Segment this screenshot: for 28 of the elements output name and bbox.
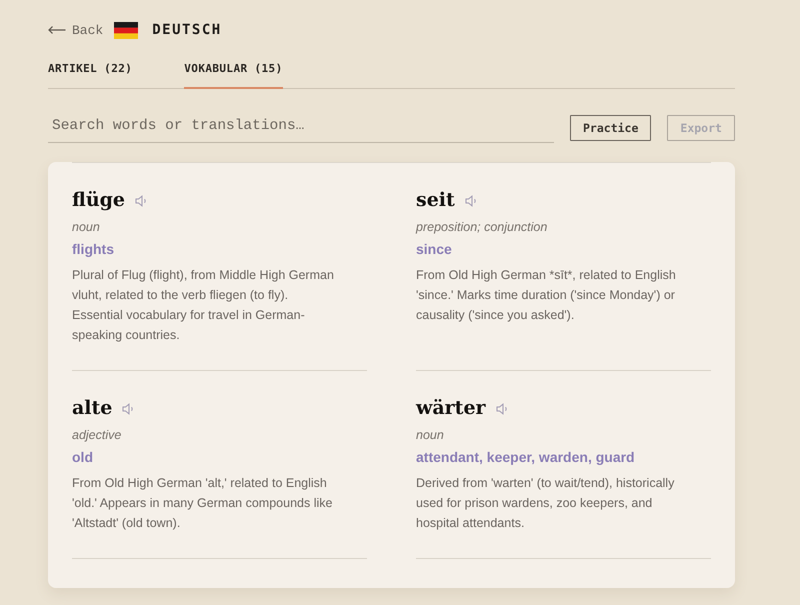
- tab[interactable]: ARTIKEL (22): [48, 62, 132, 89]
- speaker-icon[interactable]: [496, 403, 509, 415]
- translation: old: [72, 448, 94, 467]
- practice-button[interactable]: Practice: [570, 115, 652, 141]
- part-of-speech: noun: [416, 427, 445, 444]
- flag-icon: [114, 22, 138, 38]
- tab[interactable]: VOKABULAR (15): [184, 62, 283, 89]
- search-field[interactable]: Search words or translations…: [48, 113, 554, 143]
- etymology-text: Derived from 'warten' (to wait/tend), historically used for prison wardens, zoo keepers, and hospital attendants.: [416, 475, 676, 532]
- translation: flights: [72, 240, 115, 259]
- speaker-icon[interactable]: [464, 195, 478, 207]
- etymology-text: From Old High German *sīt*, related to English 'since.' Marks time duration ('since Monday') or causality ('since you asked').: [416, 267, 677, 324]
- etymology-text: Plural of Flug (flight), from Middle High German vluht, related to the verb fliegen (to fly). Essential vocabulary for travel in German-speaking countries.: [72, 267, 335, 344]
- back-arrow-icon: [48, 26, 66, 34]
- language-title: DEUTSCH: [152, 22, 222, 38]
- speaker-icon[interactable]: [122, 403, 136, 415]
- back-link[interactable]: Back: [48, 22, 104, 38]
- speaker-icon[interactable]: [135, 195, 148, 207]
- headword: alte: [72, 396, 112, 421]
- headword: flüge: [72, 188, 126, 213]
- part-of-speech: preposition; conjunction: [416, 219, 548, 236]
- etymology-text: From Old High German 'alt,' related to English 'old.' Appears in many German compounds like 'Altstadt' (old town).: [72, 475, 334, 532]
- translation: attendant, keeper, warden, guard: [416, 448, 636, 467]
- headword: wärter: [416, 396, 486, 421]
- part-of-speech: adjective: [72, 427, 122, 444]
- translation: since: [416, 240, 453, 259]
- headword: seit: [416, 188, 455, 213]
- part-of-speech: noun: [72, 219, 101, 236]
